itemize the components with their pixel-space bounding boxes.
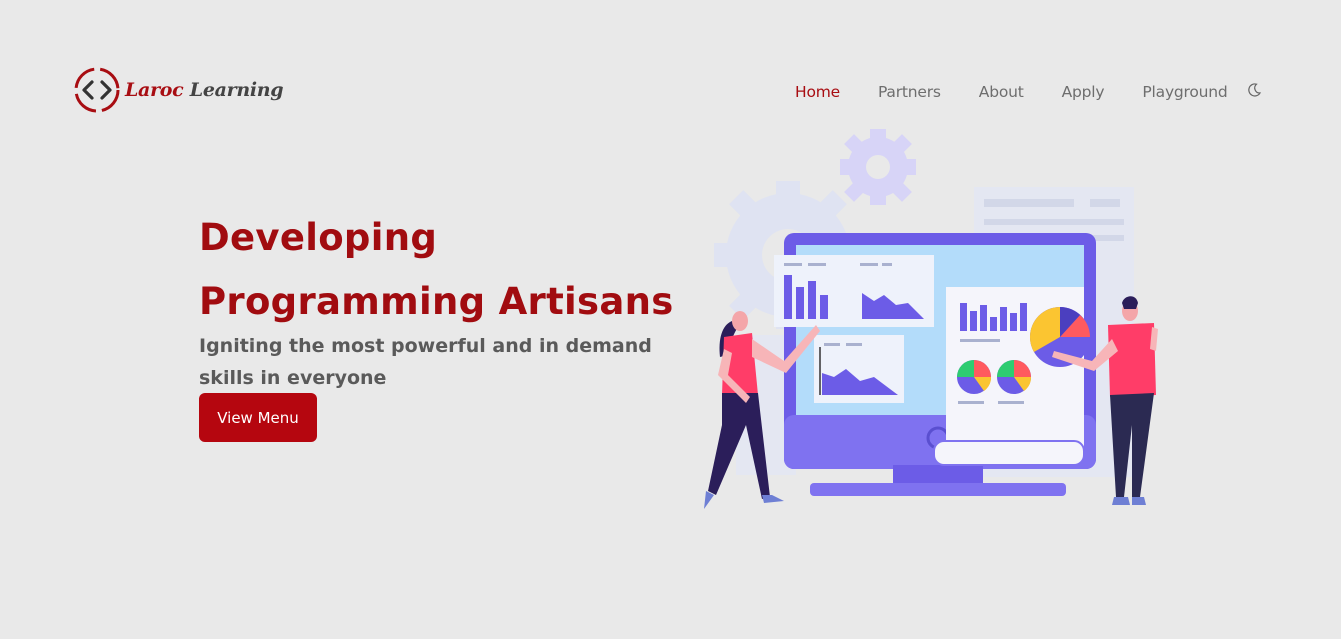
code-brackets-logo-icon [74,67,120,113]
hero-subtitle: Igniting the most powerful and in demand… [199,335,652,389]
view-menu-button[interactable]: View Menu [199,393,317,442]
brand-logo[interactable]: Laroc Learning [73,66,284,114]
analytics-illustration [704,129,1158,509]
nav-about[interactable]: About [979,83,1024,101]
nav-playground[interactable]: Playground [1142,83,1227,101]
main-nav: Home Partners About Apply Playground [795,83,1262,101]
pie-chart-small-2-icon [997,360,1032,394]
brand-name-part1: Laroc [125,79,184,101]
theme-toggle-moon-icon[interactable] [1246,82,1262,98]
nav-home[interactable]: Home [795,83,840,101]
brand-name: Laroc Learning [125,79,284,101]
nav-partners[interactable]: Partners [878,83,941,101]
pie-chart-small-1-icon [957,360,992,394]
hero-title: Developing Programming Artisans [199,206,674,334]
brand-name-part2: Learning [189,79,284,101]
hero-title-line1: Developing [199,216,438,259]
hero-title-line2: Programming Artisans [199,280,674,323]
nav-apply[interactable]: Apply [1062,83,1105,101]
